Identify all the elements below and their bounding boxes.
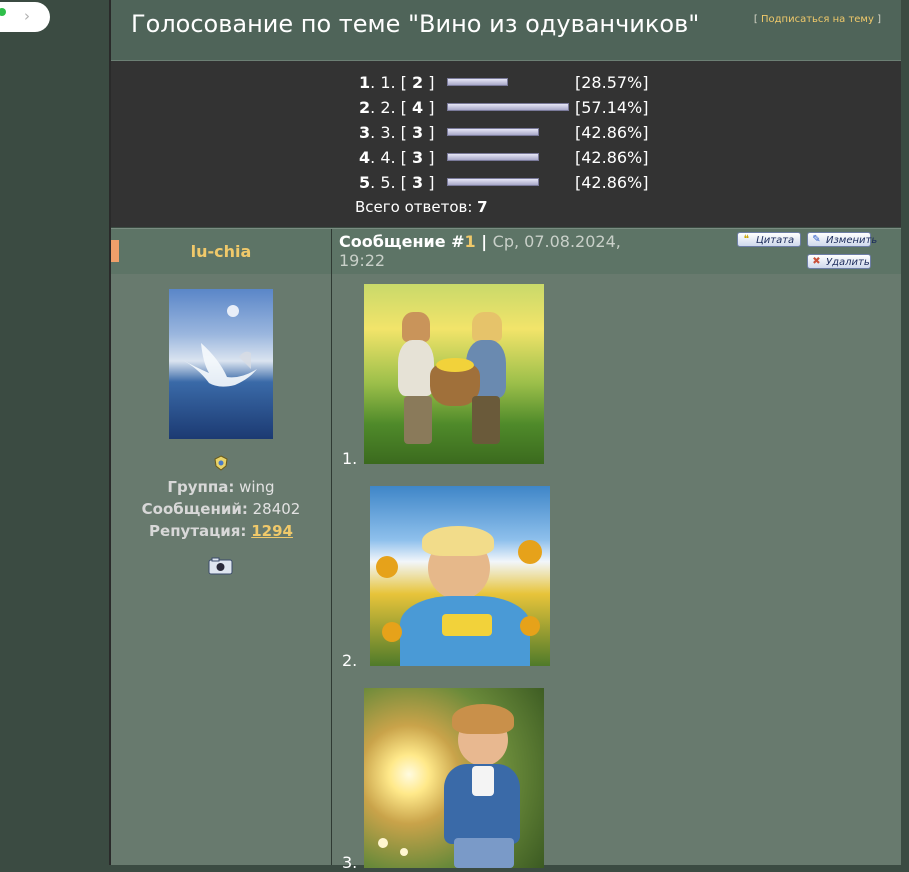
poll-option-close: ] xyxy=(423,148,435,167)
poll-option-close: ] xyxy=(423,98,435,117)
delete-button[interactable]: ✖ Удалить xyxy=(807,254,871,269)
edit-button-label: Изменить xyxy=(826,235,878,246)
poll-option-label: . 3. [ xyxy=(370,123,412,142)
user-info: Группа: wing Сообщений: 28402 Репутация:… xyxy=(111,476,331,542)
camera-icon[interactable] xyxy=(208,557,233,575)
poll-row-5: 5. 5. [ 3 ] [42.86%] xyxy=(359,172,679,194)
poll-option-votes: 4 xyxy=(412,98,424,117)
image-item: 1. xyxy=(342,284,544,474)
post-body: Группа: wing Сообщений: 28402 Репутация:… xyxy=(111,274,901,872)
poll-bar xyxy=(447,178,539,186)
poll-bar xyxy=(447,78,508,86)
poll-option-number: 1 xyxy=(359,73,371,92)
poll-option-close: ] xyxy=(423,73,435,92)
meta-separator: | xyxy=(475,232,493,251)
avatar[interactable] xyxy=(169,289,273,439)
subscribe-block: [ Подписаться на тему ] xyxy=(754,14,881,25)
poll-bar-track xyxy=(447,153,539,161)
poll-results: 1. 1. [ 2 ] [28.57%] 2. 2. [ 4 ] [57.14%… xyxy=(111,61,901,227)
moon-shape xyxy=(227,305,239,317)
poll-option-label: . 2. [ xyxy=(370,98,412,117)
quote-button[interactable]: ❝ Цитата xyxy=(737,232,801,247)
poll-row-2: 2. 2. [ 4 ] [57.14%] xyxy=(359,97,679,119)
left-sidebar-strip: › xyxy=(0,0,109,865)
post-meta: Сообщение #1 | Ср, 07.08.2024, 19:22 xyxy=(339,232,639,270)
poll-option-votes: 2 xyxy=(412,73,424,92)
poll-option-votes: 3 xyxy=(412,148,424,167)
poll-option-votes: 3 xyxy=(412,173,424,192)
quote-button-label: Цитата xyxy=(756,235,795,246)
subscribe-bracket-open: [ xyxy=(753,14,761,25)
forum-topic: Голосование по теме "Вино из одуванчиков… xyxy=(111,0,901,872)
sidebar-toggle[interactable]: › xyxy=(0,2,50,32)
poll-total-value: 7 xyxy=(477,198,488,216)
message-number-link[interactable]: 1 xyxy=(465,232,476,251)
group-value: wing xyxy=(234,478,275,496)
poll-total-label: Всего ответов: xyxy=(355,198,478,216)
eraser-icon: ✖ xyxy=(812,256,821,267)
poll-bar-track xyxy=(447,78,508,86)
poll-bar-track xyxy=(447,178,539,186)
poll-option-label: . 1. [ xyxy=(370,73,412,92)
poll-option-close: ] xyxy=(423,173,435,192)
post-content: 1. 2. 3. xyxy=(332,274,901,872)
chevron-right-icon: › xyxy=(24,7,30,25)
reputation-label: Репутация: xyxy=(149,522,247,540)
toddler-meadow-image[interactable] xyxy=(364,688,544,868)
status-dot-icon xyxy=(0,8,6,16)
poll-option-percent: [42.86%] xyxy=(575,173,649,192)
rank-badge-icon xyxy=(214,455,228,471)
speech-bubble-icon: ❝ xyxy=(743,234,750,245)
user-profile-column: Группа: wing Сообщений: 28402 Репутация:… xyxy=(111,274,332,865)
poll-option-label: . 5. [ xyxy=(370,173,412,192)
user-reputation: Репутация: 1294 xyxy=(111,520,331,542)
poll-option-number: 2 xyxy=(359,98,371,117)
reputation-link[interactable]: 1294 xyxy=(251,522,293,540)
poll-total: Всего ответов: 7 xyxy=(355,198,488,216)
poll-bar-track xyxy=(447,128,539,136)
poll-option-number: 4 xyxy=(359,148,371,167)
edit-button[interactable]: ✎ Изменить xyxy=(807,232,877,247)
delete-button-label: Удалить xyxy=(826,257,870,268)
post-header: lu-chia Сообщение #1 | Ср, 07.08.2024, 1… xyxy=(111,228,901,275)
image-index: 3. xyxy=(342,853,358,872)
image-index: 1. xyxy=(342,449,358,468)
poll-option-percent: [42.86%] xyxy=(575,123,649,142)
pencil-icon: ✎ xyxy=(812,234,821,245)
poll-option-label: . 4. [ xyxy=(370,148,412,167)
poll-option-percent: [57.14%] xyxy=(575,98,649,117)
poll-option-percent: [28.57%] xyxy=(575,73,649,92)
author-cell: lu-chia xyxy=(111,229,332,274)
poll-option-number: 3 xyxy=(359,123,371,142)
poll-bar xyxy=(447,153,539,161)
poll-bar xyxy=(447,128,539,136)
user-group: Группа: wing xyxy=(111,476,331,498)
page-title: Голосование по теме "Вино из одуванчиков… xyxy=(131,10,700,38)
subscribe-link[interactable]: Подписаться на тему xyxy=(761,14,874,25)
author-name[interactable]: lu-chia xyxy=(111,242,331,261)
messages-label: Сообщений: xyxy=(141,500,248,518)
image-item: 2. xyxy=(342,486,550,676)
poll-option-close: ] xyxy=(423,123,435,142)
image-item: 3. xyxy=(342,688,544,872)
dove-image xyxy=(181,343,257,387)
poll-option-number: 5 xyxy=(359,173,371,192)
topic-header: Голосование по теме "Вино из одуванчиков… xyxy=(111,0,901,61)
user-messages: Сообщений: 28402 xyxy=(111,498,331,520)
group-label: Группа: xyxy=(167,478,235,496)
message-label: Сообщение # xyxy=(339,232,465,251)
poll-bar xyxy=(447,103,569,111)
poll-option-votes: 3 xyxy=(412,123,424,142)
poll-bar-track xyxy=(447,103,569,111)
boy-sunflowers-image[interactable] xyxy=(370,486,550,666)
image-index: 2. xyxy=(342,651,358,670)
children-dandelions-image[interactable] xyxy=(364,284,544,464)
poll-row-4: 4. 4. [ 3 ] [42.86%] xyxy=(359,147,679,169)
subscribe-bracket-close: ] xyxy=(873,14,881,25)
poll-row-3: 3. 3. [ 3 ] [42.86%] xyxy=(359,122,679,144)
poll-option-percent: [42.86%] xyxy=(575,148,649,167)
poll-row-1: 1. 1. [ 2 ] [28.57%] xyxy=(359,72,679,94)
messages-value: 28402 xyxy=(247,500,301,518)
